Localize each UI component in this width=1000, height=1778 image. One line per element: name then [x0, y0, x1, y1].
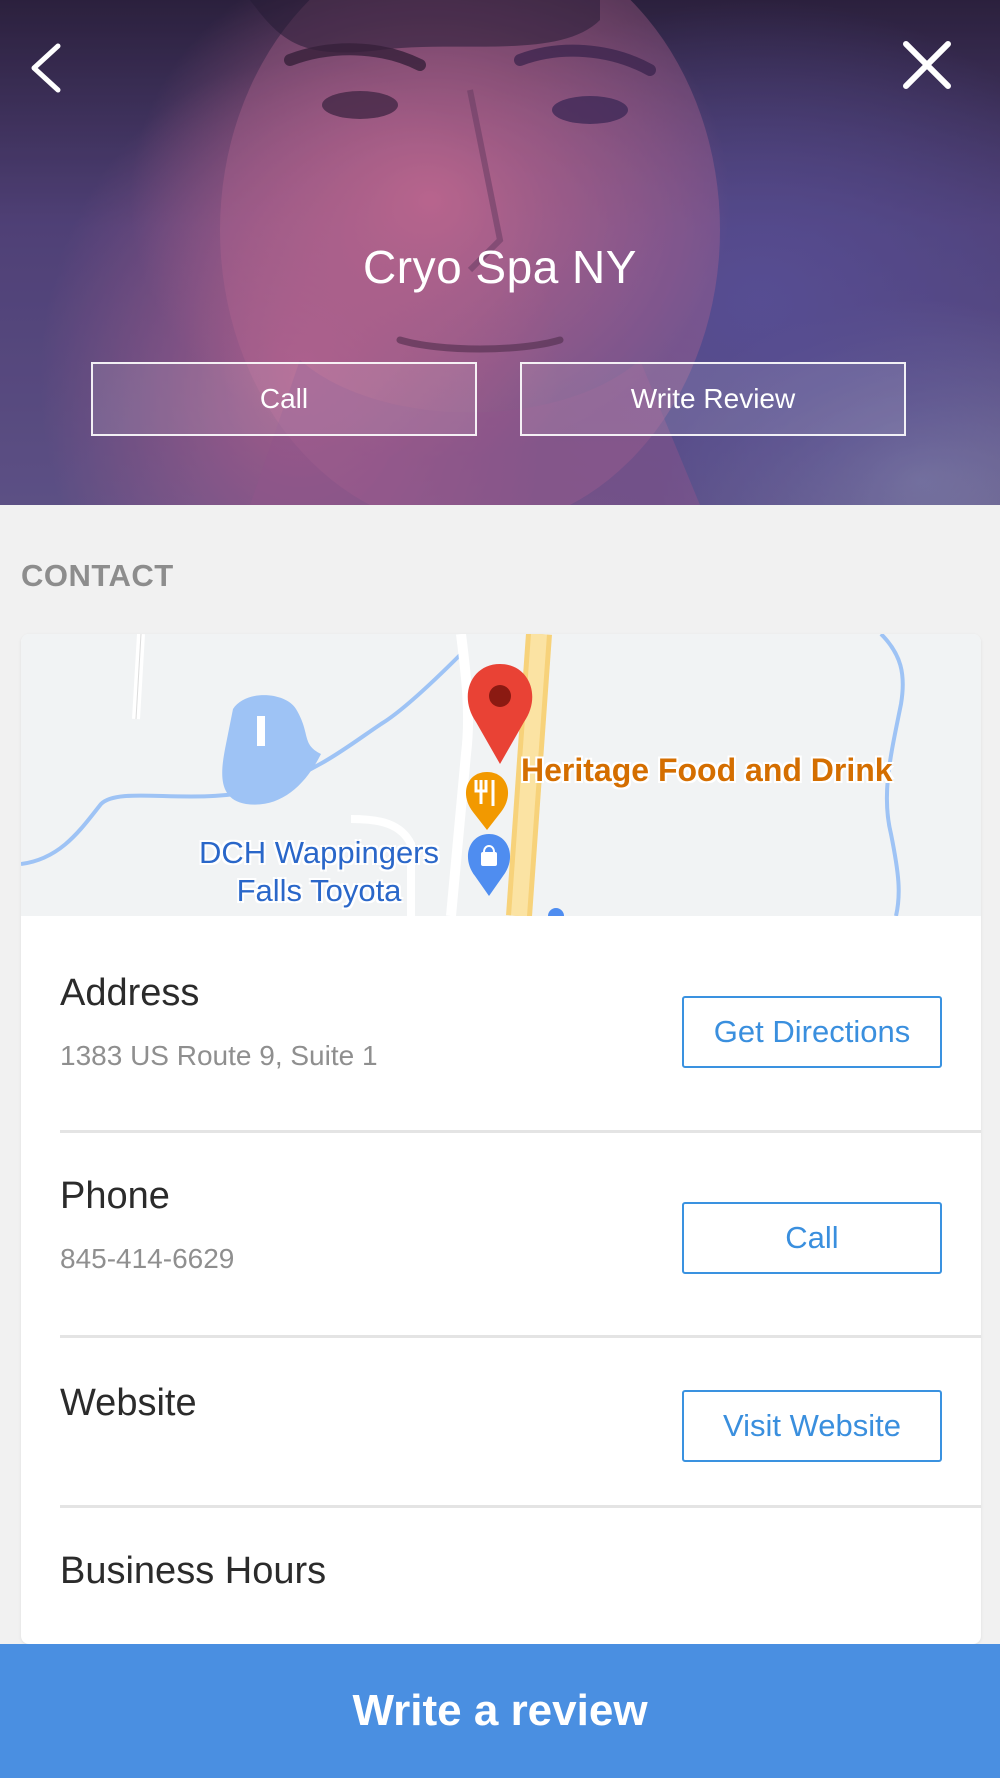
back-button[interactable]: [22, 38, 72, 98]
contact-section-label: CONTACT: [21, 558, 174, 593]
close-icon: [903, 41, 951, 89]
map-dealer-line2: Falls Toyota: [236, 873, 402, 908]
back-chevron-icon: [31, 43, 61, 93]
website-label: Website: [60, 1382, 197, 1424]
map-poi-label: Heritage Food and Drink: [521, 752, 893, 788]
hero-call-button[interactable]: Call: [91, 362, 477, 436]
close-button[interactable]: [898, 36, 956, 94]
business-name: Cryo Spa NY: [363, 241, 637, 293]
business-hours-row: Business Hours: [21, 1508, 981, 1644]
contact-card: Heritage Food and Drink DCH Wappingers F…: [21, 634, 981, 1644]
restaurant-marker-icon: [465, 772, 509, 830]
phone-label: Phone: [60, 1175, 170, 1217]
visit-website-button[interactable]: Visit Website: [682, 1390, 942, 1462]
location-map[interactable]: Heritage Food and Drink DCH Wappingers F…: [21, 634, 981, 916]
map-dealer-line1: DCH Wappingers: [198, 835, 440, 870]
business-hours-label: Business Hours: [60, 1550, 327, 1592]
address-value: 1383 US Route 9, Suite 1: [60, 1040, 378, 1071]
write-a-review-button[interactable]: Write a review: [0, 1644, 1000, 1778]
phone-row: Phone 845-414-6629 Call: [21, 1133, 981, 1337]
phone-call-button[interactable]: Call: [682, 1202, 942, 1274]
hero-header: Cryo Spa NY Call Write Review: [0, 0, 1000, 505]
map-dealer-label: DCH Wappingers Falls Toyota: [169, 834, 469, 910]
shopping-marker-icon: [467, 834, 511, 896]
hero-write-review-button[interactable]: Write Review: [520, 362, 906, 436]
website-row: Website Visit Website: [21, 1338, 981, 1506]
phone-value: 845-414-6629: [60, 1243, 235, 1274]
address-row: Address 1383 US Route 9, Suite 1 Get Dir…: [21, 916, 981, 1091]
address-label: Address: [60, 972, 200, 1014]
get-directions-button[interactable]: Get Directions: [682, 996, 942, 1068]
